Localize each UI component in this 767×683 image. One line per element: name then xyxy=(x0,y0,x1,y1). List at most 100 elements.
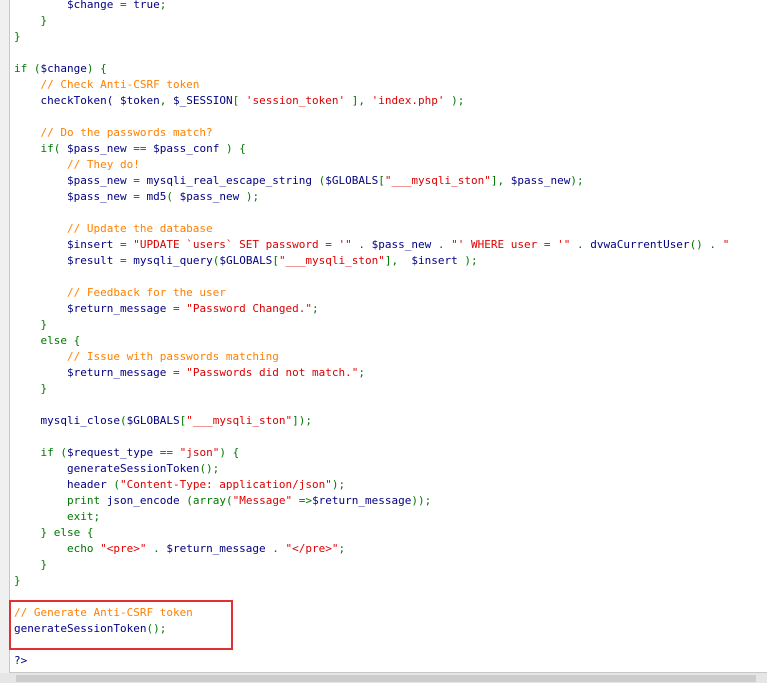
code-token: $pass_new xyxy=(66,174,127,187)
code-line: } xyxy=(14,29,21,45)
code-token: true xyxy=(133,0,160,11)
code-token: $insert xyxy=(66,238,114,251)
code-line: } xyxy=(14,557,47,573)
code-token: "<pre>" xyxy=(100,542,147,555)
code-token: [ xyxy=(272,254,279,267)
code-line: // Feedback for the user xyxy=(14,285,226,301)
code-token: if( xyxy=(14,142,67,155)
code-token: $change xyxy=(40,62,87,75)
code-token: $return_message xyxy=(66,366,167,379)
code-token: $return_message xyxy=(312,494,412,507)
code-line: if( $pass_new == $pass_conf ) { xyxy=(14,141,245,157)
code-line: // They do! xyxy=(14,157,140,173)
code-token: = xyxy=(166,366,187,379)
code-token: // Do the passwords match? xyxy=(14,126,213,139)
code-token: ; xyxy=(358,366,366,379)
code-line: } xyxy=(14,573,21,589)
code-token: $GLOBALS xyxy=(219,254,273,267)
code-line: $insert = "UPDATE `users` SET password =… xyxy=(14,237,729,253)
highlight-box xyxy=(9,600,233,650)
code-token: = xyxy=(166,302,187,315)
code-token: // Feedback for the user xyxy=(14,286,226,299)
scrollbar-thumb[interactable] xyxy=(16,675,756,682)
code-token: mysqli_real_escape_string xyxy=(146,174,313,187)
code-token: json_encode xyxy=(106,494,187,507)
code-viewer: $change = true; }} if ($change) { // Chec… xyxy=(9,0,767,673)
code-token: print xyxy=(14,494,107,507)
code-token: "Passwords did not match." xyxy=(186,366,359,379)
code-token: // Issue with passwords matching xyxy=(14,350,279,363)
code-token: } xyxy=(14,30,21,43)
code-token: ; xyxy=(312,302,319,315)
code-line: checkToken( $token, $_SESSION[ 'session_… xyxy=(14,93,464,109)
code-token: "Password Changed." xyxy=(186,302,313,315)
code-token: == xyxy=(126,142,154,155)
code-token: ) { xyxy=(86,62,107,75)
code-token: checkToken( xyxy=(14,94,120,107)
code-token: "' WHERE user = '" xyxy=(451,238,571,251)
code-token: . xyxy=(146,542,167,555)
code-token: else { xyxy=(14,334,81,347)
code-token: generateSessionToken xyxy=(14,462,200,475)
code-token: // Check Anti-CSRF token xyxy=(14,78,200,91)
code-token: $pass_new xyxy=(66,142,127,155)
horizontal-scrollbar[interactable] xyxy=(0,673,767,683)
code-token: mysqli_query xyxy=(133,254,213,267)
code-line: if ($change) { xyxy=(14,61,107,77)
code-token: ); xyxy=(570,174,584,187)
code-token: dvwaCurrentUser xyxy=(590,238,690,251)
code-token: array xyxy=(192,494,226,507)
code-token: . xyxy=(570,238,591,251)
code-token: [ xyxy=(232,94,246,107)
code-token: , xyxy=(159,94,173,107)
code-token: = xyxy=(126,174,147,187)
code-token: ], xyxy=(345,94,372,107)
code-token: if ( xyxy=(14,446,67,459)
code-token: ( xyxy=(166,190,180,203)
code-token: 'session_token' xyxy=(245,94,346,107)
code-token: "</pre>" xyxy=(285,542,339,555)
code-token: ( xyxy=(186,494,193,507)
code-line: } else { xyxy=(14,525,93,541)
code-token: md5 xyxy=(146,190,167,203)
code-line: // Do the passwords match? xyxy=(14,125,213,141)
code-token: . xyxy=(351,238,372,251)
code-token: $pass_new xyxy=(371,238,432,251)
code-line: generateSessionToken(); xyxy=(14,461,219,477)
code-line: } xyxy=(14,381,47,397)
code-token: "UPDATE `users` SET password = '" xyxy=(133,238,352,251)
code-token: $GLOBALS xyxy=(325,174,379,187)
code-token: } xyxy=(14,382,48,395)
code-token: // They do! xyxy=(14,158,140,171)
code-token: // Update the database xyxy=(14,222,213,235)
code-token: " xyxy=(722,238,730,251)
code-token: $insert xyxy=(411,254,458,267)
code-token: = xyxy=(113,0,134,11)
code-line: $result = mysqli_query($GLOBALS["___mysq… xyxy=(14,253,478,269)
code-token: ], xyxy=(384,254,412,267)
code-token: $GLOBALS xyxy=(126,414,180,427)
code-line: print json_encode (array("Message" =>$re… xyxy=(14,493,431,509)
code-token: } xyxy=(14,318,48,331)
code-token: "json" xyxy=(179,446,220,459)
code-token: } xyxy=(14,574,21,587)
code-token: = xyxy=(113,254,134,267)
code-token: "___mysqli_ston" xyxy=(384,174,491,187)
code-token: } xyxy=(14,14,48,27)
code-line: ?> xyxy=(14,653,27,669)
code-token: exit; xyxy=(14,510,101,523)
code-line: } xyxy=(14,317,47,333)
code-line: } xyxy=(14,13,47,29)
code-token: ( xyxy=(312,174,326,187)
code-line: $pass_new = mysqli_real_escape_string ($… xyxy=(14,173,584,189)
code-token: "Message" xyxy=(232,494,293,507)
code-line: $pass_new = md5( $pass_new ); xyxy=(14,189,259,205)
code-line: echo "<pre>" . $return_message . "</pre>… xyxy=(14,541,345,557)
code-token: mysqli_close xyxy=(14,414,120,427)
code-line: $return_message = "Password Changed."; xyxy=(14,301,319,317)
code-token: if ( xyxy=(14,62,41,75)
